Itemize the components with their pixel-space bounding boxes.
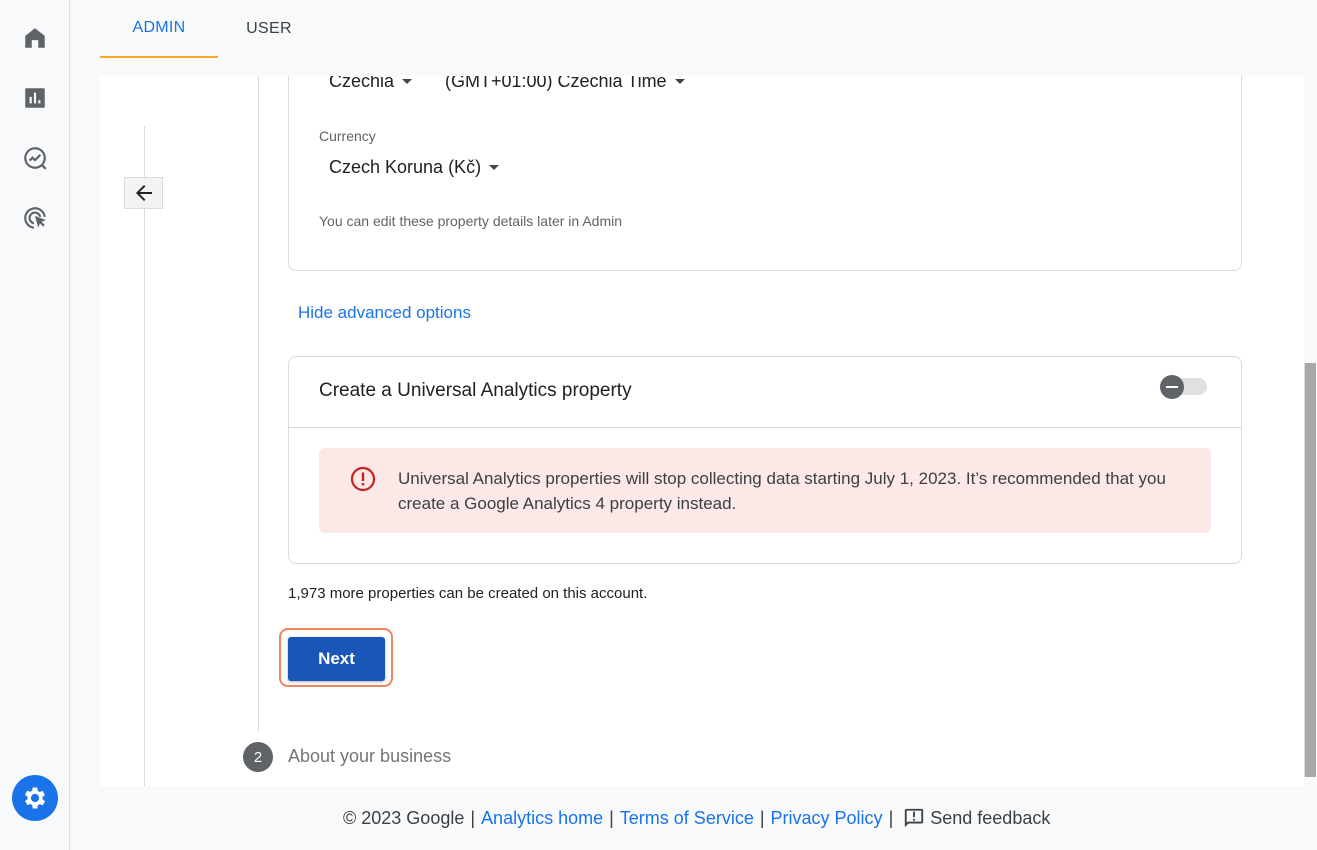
warning-text: Universal Analytics properties will stop…: [398, 469, 1166, 513]
country-dropdown[interactable]: Czechia: [329, 76, 413, 92]
edit-later-note: You can edit these property details late…: [319, 213, 623, 229]
advertising-icon[interactable]: [18, 201, 52, 235]
country-value: Czechia: [329, 76, 395, 91]
top-tab-bar: ADMIN USER: [100, 0, 1317, 58]
back-arrow-icon: [135, 185, 152, 201]
terms-link[interactable]: Terms of Service: [620, 808, 754, 829]
ua-deprecation-warning: Universal Analytics properties will stop…: [319, 448, 1211, 533]
property-details-card: Czechia (GMT+01:00) Czechia Time Currenc…: [288, 76, 1242, 271]
chevron-down-icon: [674, 79, 685, 84]
currency-value: Czech Koruna (Kč): [329, 157, 482, 177]
timezone-value: (GMT+01:00) Czechia Time: [445, 76, 667, 91]
feedback-icon[interactable]: [903, 807, 925, 829]
tab-user[interactable]: USER: [218, 0, 320, 58]
home-icon[interactable]: [18, 21, 52, 55]
step-number-badge: 2: [243, 742, 273, 772]
explore-icon[interactable]: [18, 141, 52, 175]
tab-admin[interactable]: ADMIN: [100, 0, 218, 58]
hide-advanced-options-link[interactable]: Hide advanced options: [298, 303, 471, 323]
scrollbar[interactable]: [1304, 363, 1316, 777]
separator: |: [759, 807, 765, 828]
back-button[interactable]: [124, 177, 163, 209]
next-button[interactable]: Next: [288, 637, 385, 681]
error-icon: [350, 466, 376, 492]
stepper-line-inner: [258, 76, 259, 732]
separator: |: [888, 807, 894, 828]
reports-icon[interactable]: [18, 81, 52, 115]
chevron-down-icon: [489, 165, 500, 170]
stepper-line-outer: [144, 126, 145, 786]
copyright: © 2023 Google: [343, 807, 465, 828]
footer: © 2023 Google | Analytics home | Terms o…: [343, 806, 1050, 830]
left-nav-rail: [0, 0, 70, 850]
ua-card-title: Create a Universal Analytics property: [319, 380, 632, 401]
remaining-properties-note: 1,973 more properties can be created on …: [288, 585, 648, 602]
currency-dropdown[interactable]: Czech Koruna (Kč): [329, 157, 500, 178]
admin-gear-icon[interactable]: [12, 775, 58, 821]
separator: |: [470, 807, 476, 828]
chevron-down-icon: [402, 79, 413, 84]
currency-label: Currency: [319, 128, 376, 144]
analytics-home-link[interactable]: Analytics home: [481, 808, 603, 829]
property-setup-panel: Czechia (GMT+01:00) Czechia Time Currenc…: [100, 76, 1304, 786]
step-about-your-business[interactable]: About your business: [288, 746, 451, 767]
separator: |: [609, 807, 614, 828]
privacy-link[interactable]: Privacy Policy: [771, 808, 883, 829]
timezone-dropdown[interactable]: (GMT+01:00) Czechia Time: [445, 76, 685, 92]
divider: [289, 427, 1241, 428]
universal-analytics-card: Create a Universal Analytics property Un…: [288, 356, 1242, 564]
send-feedback-link[interactable]: Send feedback: [930, 808, 1050, 829]
ua-toggle[interactable]: [1160, 375, 1184, 399]
